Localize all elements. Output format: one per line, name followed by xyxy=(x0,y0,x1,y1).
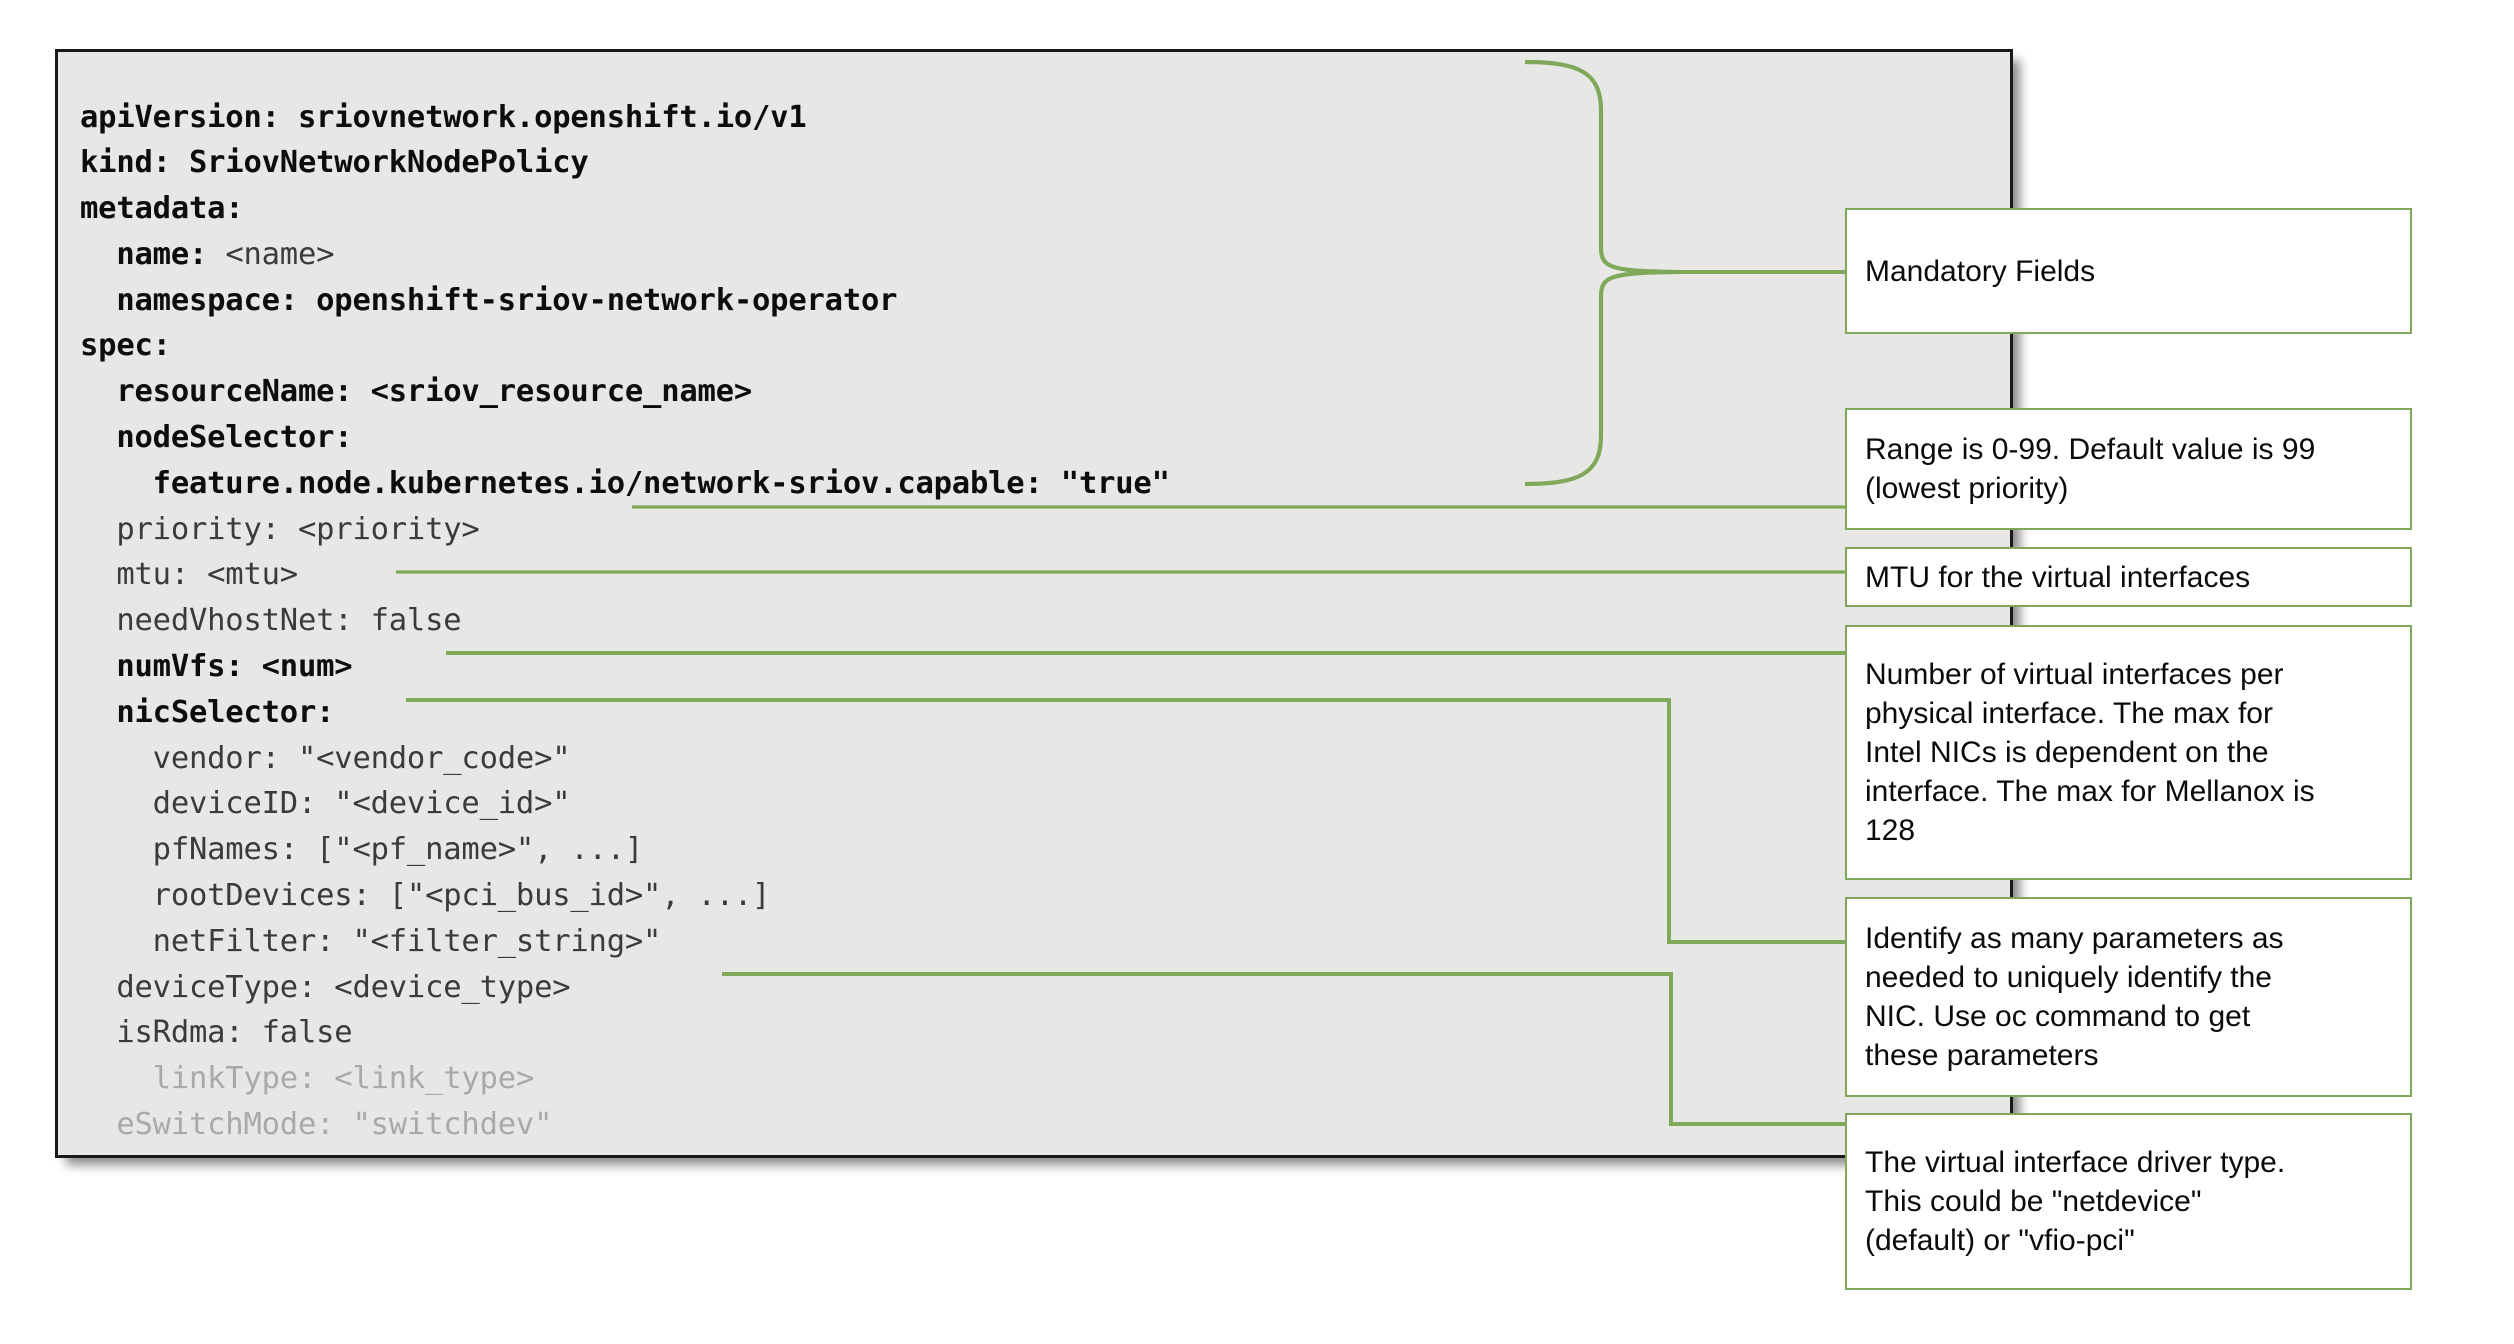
code-line: linkType: <link_type> xyxy=(80,1056,1170,1102)
code-segment: rootDevices: ["<pci_bus_id>", ...] xyxy=(80,878,771,914)
diagram-canvas: apiVersion: sriovnetwork.openshift.io/v1… xyxy=(0,0,2514,1344)
yaml-code-text: apiVersion: sriovnetwork.openshift.io/v1… xyxy=(80,95,1170,1148)
callout-line: 128 xyxy=(1865,814,1916,847)
code-line: numVfs: <num> xyxy=(80,644,1170,690)
code-segment: needVhostNet: false xyxy=(80,603,462,639)
callout-line: these parameters xyxy=(1865,1039,2099,1072)
callout-line: Identify as many parameters as xyxy=(1865,922,2284,955)
code-line: resourceName: <sriov_resource_name> xyxy=(80,369,1170,415)
code-segment: apiVersion: sriovnetwork.openshift.io/v1 xyxy=(80,99,807,135)
callout-nicselector: Identify as many parameters as needed to… xyxy=(1845,897,2412,1097)
code-line: vendor: "<vendor_code>" xyxy=(80,736,1170,782)
callout-line: needed to uniquely identify the xyxy=(1865,961,2272,994)
callout-line: (lowest priority) xyxy=(1865,472,2069,505)
code-line: feature.node.kubernetes.io/network-sriov… xyxy=(80,461,1170,507)
code-segment: deviceID: "<device_id>" xyxy=(80,786,571,822)
code-line: deviceType: <device_type> xyxy=(80,965,1170,1011)
code-line: netFilter: "<filter_string>" xyxy=(80,919,1170,965)
code-line: nicSelector: xyxy=(80,690,1170,736)
code-segment: nodeSelector: xyxy=(80,420,353,456)
code-line: needVhostNet: false xyxy=(80,598,1170,644)
code-line: deviceID: "<device_id>" xyxy=(80,781,1170,827)
code-line: nodeSelector: xyxy=(80,415,1170,461)
callout-line: NIC. Use oc command to get xyxy=(1865,1000,2251,1033)
code-segment: metadata: xyxy=(80,191,244,227)
code-line: rootDevices: ["<pci_bus_id>", ...] xyxy=(80,873,1170,919)
code-segment: spec: xyxy=(80,328,171,364)
callout-line: (default) or "vfio-pci" xyxy=(1865,1224,2135,1257)
code-line: pfNames: ["<pf_name>", ...] xyxy=(80,827,1170,873)
code-line: isRdma: false xyxy=(80,1010,1170,1056)
code-segment: netFilter: "<filter_string>" xyxy=(80,923,662,959)
callout-line: The virtual interface driver type. xyxy=(1865,1146,2286,1179)
code-line: apiVersion: sriovnetwork.openshift.io/v1 xyxy=(80,95,1170,141)
callout-numvfs: Number of virtual interfaces per physica… xyxy=(1845,625,2412,880)
code-segment: eSwitchMode: "switchdev" xyxy=(80,1107,553,1143)
code-segment: name: xyxy=(80,236,226,272)
code-segment: linkType: <link_type> xyxy=(80,1061,535,1097)
code-segment: <name> xyxy=(225,236,335,272)
code-line: metadata: xyxy=(80,186,1170,232)
callout-priority: Range is 0-99. Default value is 99 (lowe… xyxy=(1845,408,2412,530)
callout-mandatory-fields: Mandatory Fields xyxy=(1845,208,2412,334)
code-segment: deviceType: <device_type> xyxy=(80,969,571,1005)
code-line: kind: SriovNetworkNodePolicy xyxy=(80,140,1170,186)
callout-line: Range is 0-99. Default value is 99 xyxy=(1865,433,2316,466)
code-line: priority: <priority> xyxy=(80,507,1170,553)
code-segment: namespace: openshift-sriov-network-opera… xyxy=(80,282,898,318)
callout-line: Intel NICs is dependent on the xyxy=(1865,736,2269,769)
callout-line: interface. The max for Mellanox is xyxy=(1865,775,2315,808)
code-segment: isRdma: false xyxy=(80,1015,353,1051)
code-segment: priority: <priority> xyxy=(80,511,480,547)
code-segment: vendor: "<vendor_code>" xyxy=(80,740,571,776)
callout-line: Number of virtual interfaces per xyxy=(1865,658,2284,691)
code-segment: numVfs: <num> xyxy=(80,649,353,685)
callout-devicetype: The virtual interface driver type. This … xyxy=(1845,1113,2412,1290)
code-segment: nicSelector: xyxy=(80,694,335,730)
callout-line: physical interface. The max for xyxy=(1865,697,2273,730)
code-segment: resourceName: <sriov_resource_name> xyxy=(80,374,753,410)
code-line: mtu: <mtu> xyxy=(80,552,1170,598)
code-segment: mtu: <mtu> xyxy=(80,557,298,593)
code-line: spec: xyxy=(80,323,1170,369)
code-line: eSwitchMode: "switchdev" xyxy=(80,1102,1170,1148)
callout-line: This could be "netdevice" xyxy=(1865,1185,2202,1218)
code-segment: kind: SriovNetworkNodePolicy xyxy=(80,145,589,181)
callout-mtu: MTU for the virtual interfaces xyxy=(1845,547,2412,607)
callout-line: Mandatory Fields xyxy=(1865,254,2096,288)
yaml-code-block: apiVersion: sriovnetwork.openshift.io/v1… xyxy=(55,49,2013,1158)
code-line: name: <name> xyxy=(80,232,1170,278)
code-segment: pfNames: ["<pf_name>", ...] xyxy=(80,832,644,868)
code-line: namespace: openshift-sriov-network-opera… xyxy=(80,278,1170,324)
callout-line: MTU for the virtual interfaces xyxy=(1865,560,2251,594)
code-segment: feature.node.kubernetes.io/network-sriov… xyxy=(80,465,1170,501)
